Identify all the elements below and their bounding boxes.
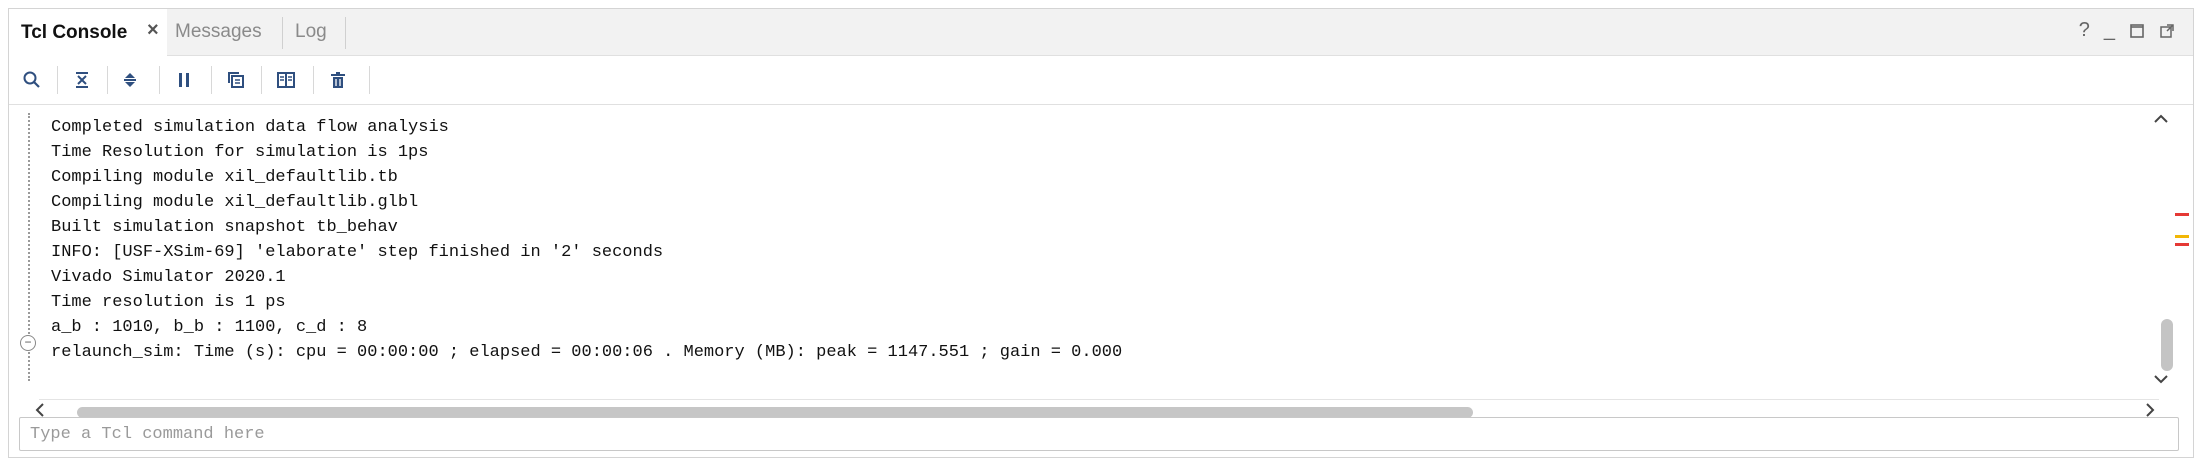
vertical-scrollbar-thumb[interactable]: [2161, 319, 2173, 371]
console-output[interactable]: − Completed simulation data flow analysi…: [9, 105, 2193, 401]
scroll-right-icon[interactable]: [2143, 402, 2157, 418]
toolbar-separator: [159, 66, 160, 94]
tab-label: Log: [295, 21, 327, 42]
console-line: Vivado Simulator 2020.1: [51, 268, 286, 287]
collapse-all-icon[interactable]: [67, 65, 97, 95]
console-lines: Completed simulation data flow analysis …: [51, 115, 1122, 365]
tab-log[interactable]: Log: [288, 9, 348, 55]
toolbar-separator: [369, 66, 370, 94]
maximize-icon[interactable]: [2129, 23, 2145, 39]
console-line: Time resolution is 1 ps: [51, 293, 286, 312]
close-icon[interactable]: ×: [147, 19, 159, 42]
pause-icon[interactable]: [169, 65, 199, 95]
hscroll-divider: [39, 399, 2159, 400]
scroll-up-icon[interactable]: [2153, 113, 2169, 125]
tab-bar: Tcl Console × Messages Log ? _: [9, 9, 2193, 56]
tab-separator: [282, 17, 283, 49]
scroll-left-icon[interactable]: [33, 402, 47, 418]
error-marker[interactable]: [2175, 243, 2189, 246]
toolbar-separator: [313, 66, 314, 94]
toolbar-separator: [211, 66, 212, 94]
console-toolbar: [9, 56, 2193, 105]
expand-all-icon[interactable]: [115, 65, 145, 95]
tab-messages[interactable]: Messages: [175, 9, 285, 55]
clear-icon[interactable]: [323, 65, 353, 95]
console-line: Compiling module xil_defaultlib.glbl: [51, 193, 419, 212]
console-line: a_b : 1010, b_b : 1100, c_d : 8: [51, 318, 368, 337]
copy-icon[interactable]: [221, 65, 251, 95]
console-line: relaunch_sim: Time (s): cpu = 00:00:00 ;…: [51, 343, 1123, 362]
minimize-icon[interactable]: _: [2104, 19, 2115, 42]
console-line: Built simulation snapshot tb_behav: [51, 218, 398, 237]
console-line: Compiling module xil_defaultlib.tb: [51, 168, 398, 187]
split-view-icon[interactable]: [271, 65, 301, 95]
toolbar-separator: [107, 66, 108, 94]
error-marker[interactable]: [2175, 213, 2189, 216]
fold-marker-icon[interactable]: −: [20, 335, 36, 351]
search-icon[interactable]: [17, 65, 47, 95]
warning-marker[interactable]: [2175, 235, 2189, 238]
scroll-down-icon[interactable]: [2153, 373, 2169, 385]
tab-label: Messages: [175, 21, 262, 42]
tab-tcl-console[interactable]: Tcl Console ×: [9, 9, 167, 56]
tab-separator: [345, 17, 346, 49]
console-line: Completed simulation data flow analysis: [51, 118, 449, 137]
help-icon[interactable]: ?: [2079, 19, 2090, 42]
window-controls: ? _: [2079, 19, 2175, 42]
tab-label: Tcl Console: [21, 21, 128, 43]
float-window-icon[interactable]: [2159, 23, 2175, 39]
toolbar-separator: [261, 66, 262, 94]
console-line: Time Resolution for simulation is 1ps: [51, 143, 429, 162]
tcl-console-panel: Tcl Console × Messages Log ? _ − Complet…: [8, 8, 2194, 458]
tcl-command-input[interactable]: [19, 417, 2179, 451]
toolbar-separator: [57, 66, 58, 94]
console-line: INFO: [USF-XSim-69] 'elaborate' step fin…: [51, 243, 664, 262]
